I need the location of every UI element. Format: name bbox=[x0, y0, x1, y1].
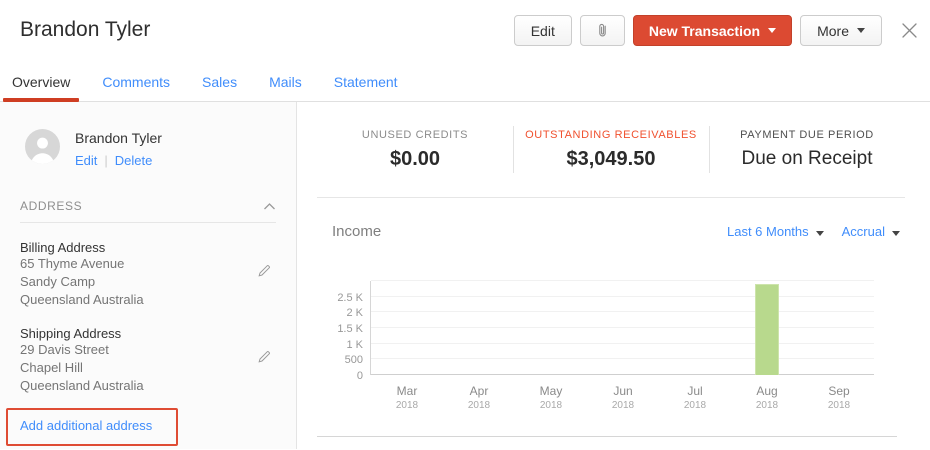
edit-billing-address-icon[interactable] bbox=[257, 264, 271, 278]
accounting-basis-label: Accrual bbox=[842, 224, 885, 239]
x-axis-tick-label: Jun 2018 bbox=[587, 384, 659, 411]
more-label: More bbox=[817, 23, 849, 39]
edit-shipping-address-icon[interactable] bbox=[257, 350, 271, 364]
shipping-address-block: Shipping Address 29 Davis Street Chapel … bbox=[20, 326, 276, 395]
header-actions: Edit New Transaction More bbox=[514, 15, 919, 46]
date-range-label: Last 6 Months bbox=[727, 224, 809, 239]
stat-label: PAYMENT DUE PERIOD bbox=[740, 129, 874, 141]
stat-value: Due on Receipt bbox=[742, 148, 873, 170]
gridline bbox=[371, 343, 874, 344]
month-label: Jul bbox=[659, 384, 731, 398]
address-section-title: ADDRESS bbox=[20, 199, 82, 213]
year-label: 2018 bbox=[443, 400, 515, 411]
y-axis-tick-label: 0 bbox=[307, 370, 363, 382]
stat-value: $3,049.50 bbox=[567, 148, 656, 171]
year-label: 2018 bbox=[515, 400, 587, 411]
accounting-basis-filter[interactable]: Accrual bbox=[842, 224, 900, 239]
overview-panel: UNUSED CREDITS $0.00 OUTSTANDING RECEIVA… bbox=[297, 102, 930, 449]
income-chart: 05001 K1.5 K2 K2.5 KMar2018Apr2018May201… bbox=[370, 281, 874, 375]
month-label: Sep bbox=[803, 384, 875, 398]
stat-label: OUTSTANDING RECEIVABLES bbox=[525, 129, 697, 141]
chevron-up-icon[interactable] bbox=[263, 202, 276, 211]
month-label: Mar bbox=[371, 384, 443, 398]
y-axis-tick-label: 500 bbox=[307, 354, 363, 366]
billing-address-title: Billing Address bbox=[20, 240, 246, 255]
stat-value: $0.00 bbox=[390, 148, 440, 171]
x-axis-tick-label: Jul 2018 bbox=[659, 384, 731, 411]
chevron-down-icon bbox=[816, 231, 824, 236]
contact-profile: Brandon Tyler Edit | Delete bbox=[25, 129, 276, 168]
edit-button[interactable]: Edit bbox=[514, 15, 572, 46]
billing-address-block: Billing Address 65 Thyme Avenue Sandy Ca… bbox=[20, 240, 276, 309]
chevron-down-icon bbox=[768, 28, 776, 33]
year-label: 2018 bbox=[659, 400, 731, 411]
address-divider bbox=[20, 222, 276, 223]
contact-delete-link[interactable]: Delete bbox=[115, 153, 153, 168]
add-additional-address-link[interactable]: Add additional address bbox=[20, 418, 152, 433]
month-label: Apr bbox=[443, 384, 515, 398]
y-axis-tick-label: 2.5 K bbox=[307, 292, 363, 304]
chevron-down-icon bbox=[857, 28, 865, 33]
billing-address-line: 65 Thyme Avenue bbox=[20, 255, 246, 273]
tab-overview[interactable]: Overview bbox=[3, 65, 79, 101]
x-axis-tick-label: Mar 2018 bbox=[371, 384, 443, 411]
month-label: May bbox=[515, 384, 587, 398]
gridline bbox=[371, 296, 874, 297]
income-chart-title: Income bbox=[332, 223, 381, 240]
x-axis-tick-label: Apr 2018 bbox=[443, 384, 515, 411]
gridline bbox=[371, 311, 874, 312]
year-label: 2018 bbox=[587, 400, 659, 411]
avatar bbox=[25, 129, 60, 164]
tab-statement[interactable]: Statement bbox=[325, 65, 407, 101]
gridline bbox=[371, 327, 874, 328]
shipping-address-line: Chapel Hill bbox=[20, 359, 246, 377]
contact-header: Brandon Tyler Edit New Transaction More bbox=[0, 0, 930, 62]
stat-outstanding-receivables: OUTSTANDING RECEIVABLES $3,049.50 bbox=[513, 102, 709, 197]
x-axis-tick-label: May 2018 bbox=[515, 384, 587, 411]
tab-mails[interactable]: Mails bbox=[260, 65, 311, 101]
stat-unused-credits: UNUSED CREDITS $0.00 bbox=[317, 102, 513, 197]
new-transaction-button[interactable]: New Transaction bbox=[633, 15, 792, 46]
x-axis-tick-label: Sep 2018 bbox=[803, 384, 875, 411]
month-label: Jun bbox=[587, 384, 659, 398]
tab-comments[interactable]: Comments bbox=[93, 65, 179, 101]
year-label: 2018 bbox=[731, 400, 803, 411]
section-divider bbox=[317, 436, 897, 437]
contact-sidebar: Brandon Tyler Edit | Delete ADDRESS Billin… bbox=[0, 102, 297, 449]
chevron-down-icon bbox=[892, 231, 900, 236]
income-bar-aug bbox=[755, 284, 779, 375]
gridline bbox=[371, 280, 874, 281]
shipping-address-line: 29 Davis Street bbox=[20, 341, 246, 359]
year-label: 2018 bbox=[803, 400, 875, 411]
gridline bbox=[371, 358, 874, 359]
tab-bar: Overview Comments Sales Mails Statement bbox=[0, 65, 930, 102]
billing-address-line: Queensland Australia bbox=[20, 291, 246, 309]
new-transaction-label: New Transaction bbox=[649, 23, 760, 39]
close-icon[interactable] bbox=[900, 21, 919, 40]
y-axis-tick-label: 1.5 K bbox=[307, 323, 363, 335]
summary-stats: UNUSED CREDITS $0.00 OUTSTANDING RECEIVA… bbox=[317, 102, 905, 198]
year-label: 2018 bbox=[371, 400, 443, 411]
more-button[interactable]: More bbox=[800, 15, 882, 46]
date-range-filter[interactable]: Last 6 Months bbox=[727, 224, 824, 239]
stat-label: UNUSED CREDITS bbox=[362, 129, 468, 141]
stat-payment-due-period: PAYMENT DUE PERIOD Due on Receipt bbox=[709, 102, 905, 197]
paperclip-icon bbox=[595, 22, 610, 39]
link-separator: | bbox=[104, 153, 107, 168]
tab-sales[interactable]: Sales bbox=[193, 65, 246, 101]
shipping-address-line: Queensland Australia bbox=[20, 377, 246, 395]
billing-address-line: Sandy Camp bbox=[20, 273, 246, 291]
contact-name: Brandon Tyler bbox=[75, 130, 162, 146]
shipping-address-title: Shipping Address bbox=[20, 326, 246, 341]
gridline bbox=[371, 374, 874, 375]
y-axis-tick-label: 1 K bbox=[307, 339, 363, 351]
add-address-highlight: Add additional address bbox=[6, 408, 178, 446]
x-axis-tick-label: Aug 2018 bbox=[731, 384, 803, 411]
attachment-button[interactable] bbox=[580, 15, 625, 46]
contact-edit-link[interactable]: Edit bbox=[75, 153, 97, 168]
month-label: Aug bbox=[731, 384, 803, 398]
y-axis-tick-label: 2 K bbox=[307, 307, 363, 319]
